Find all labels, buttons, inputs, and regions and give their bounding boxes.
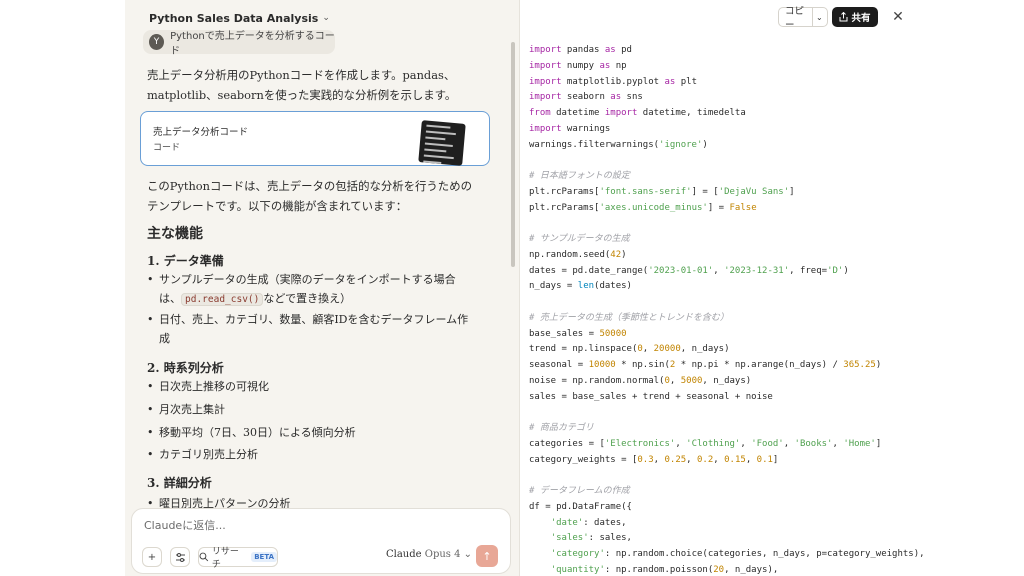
list-item: • カテゴリ別売上分析 (147, 448, 258, 461)
code-line: 'quantity': np.random.poisson(20, n_days… (550, 564, 779, 575)
user-message-text: Pythonで売上データを分析するコード (170, 31, 335, 57)
code-line: import matplotlib.pyplot as plt (529, 76, 697, 87)
share-icon (839, 12, 848, 22)
arrow-up-icon: ↑ (482, 549, 492, 563)
list-item: • 日次売上推移の可視化 (147, 380, 269, 393)
code-line: # データフレームの作成 (529, 486, 630, 496)
artifact-title: 売上データ分析コード (153, 127, 249, 138)
artifact-toolbar: コピー ⌄ 共有 ✕ (520, 0, 1024, 34)
main-features-heading: 主な機能 (147, 226, 203, 242)
list-item: • 移動平均（7日、30日）による傾向分析 (147, 426, 356, 439)
chat-title[interactable]: Python Sales Data Analysis (149, 12, 318, 25)
code-line: import seaborn as sns (529, 92, 643, 103)
code-line: import pandas as pd (529, 45, 632, 55)
share-button[interactable]: 共有 (832, 7, 878, 27)
user-avatar: Y (149, 34, 165, 50)
section-heading: 1. データ準備 (147, 254, 224, 268)
artifact-panel: コピー ⌄ 共有 ✕ import pandas as pd import num… (519, 0, 1024, 576)
code-line: dates = pd.date_range('2023-01-01', '202… (529, 265, 849, 276)
send-button[interactable]: ↑ (476, 545, 498, 567)
list-item: • 日付、売上、カテゴリ、数量、顧客IDを含むデータフレーム作成 (147, 313, 469, 345)
code-line: sales = base_sales + trend + seasonal + … (529, 391, 773, 402)
plus-icon: + (147, 551, 157, 563)
chevron-down-icon[interactable]: ⌄ (322, 13, 330, 23)
code-line: category_weights = [0.3, 0.25, 0.2, 0.15… (529, 454, 779, 465)
chevron-down-icon[interactable]: ⌄ (813, 13, 823, 22)
chat-scrollbar[interactable] (511, 42, 515, 504)
research-label: リサーチ (211, 547, 239, 570)
code-line: plt.rcParams['axes.unicode_minus'] = Fal… (529, 202, 757, 213)
code-line: # サンプルデータの生成 (529, 234, 630, 244)
model-selector[interactable]: Claude Opus 4 ⌄ (386, 549, 472, 560)
code-line: noise = np.random.normal(0, 5000, n_days… (529, 375, 752, 386)
chat-scrollbar-thumb[interactable] (511, 42, 515, 267)
tools-button[interactable] (170, 547, 190, 567)
code-line: categories = ['Electronics', 'Clothing',… (529, 438, 882, 449)
close-icon: ✕ (892, 9, 904, 25)
sliders-icon (175, 552, 185, 562)
inline-code: pd.read_csv() (181, 293, 264, 306)
code-line: 'sales': sales, (550, 533, 632, 544)
code-line: import warnings (529, 123, 611, 134)
artifact-subtitle: コード (153, 143, 181, 153)
code-line: n_days = len(dates) (529, 281, 632, 292)
code-line: df = pd.DataFrame({ (529, 501, 632, 512)
model-version: Opus 4 (424, 549, 461, 560)
list-item: • サンプルデータの生成（実際のデータをインポートする場合は、 pd.read_c… (147, 273, 456, 306)
share-label: 共有 (851, 13, 871, 24)
composer: + リサーチ BETA Claude Opus 4 ⌄ ↑ (131, 508, 511, 574)
code-line: # 日本語フォントの設定 (529, 171, 630, 181)
code-line: 'category': np.random.choice(categories,… (550, 549, 925, 559)
code-line: plt.rcParams['font.sans-serif'] = ['Deja… (529, 186, 795, 197)
search-icon (199, 552, 209, 562)
model-name: Claude (386, 549, 422, 560)
code-line: warnings.filterwarnings('ignore') (529, 139, 708, 150)
assistant-summary: このPythonコードは、売上データの包括的な分析を行うためのテンプレートです。… (147, 179, 472, 213)
chevron-down-icon: ⌄ (463, 549, 473, 560)
chat-pane: Python Sales Data Analysis ⌄ Y Pythonで売上… (125, 0, 519, 576)
assistant-intro: 売上データ分析用のPythonコードを作成します。pandas、matplotl… (147, 68, 457, 102)
code-line: np.random.seed(42) (529, 249, 627, 260)
copy-button[interactable]: コピー ⌄ (778, 6, 828, 31)
code-line: base_sales = 50000 (529, 328, 627, 339)
artifact-card[interactable]: 売上データ分析コード コード (140, 111, 490, 166)
section-heading: 2. 時系列分析 (147, 361, 224, 375)
research-button[interactable]: リサーチ BETA (198, 547, 278, 570)
copy-label: コピー (785, 6, 805, 31)
code-line: # 商品カテゴリ (529, 423, 594, 433)
reply-input[interactable] (144, 519, 484, 532)
code-line: # 売上データの生成（季節性とトレンドを含む） (529, 312, 729, 323)
section-heading: 3. 詳細分析 (147, 476, 212, 490)
code-line: from datetime import datetime, timedelta (529, 108, 746, 118)
beta-badge: BETA (251, 552, 277, 562)
artifact-thumbnail (418, 120, 466, 166)
code-line: 'date': dates, (550, 517, 627, 528)
code-block[interactable]: import pandas as pd import numpy as np imp… (529, 43, 925, 576)
code-line: seasonal = 10000 * np.sin(2 * np.pi * np… (529, 360, 882, 370)
list-item: • 月次売上集計 (147, 403, 225, 416)
code-line: trend = np.linspace(0, 20000, n_days) (529, 344, 730, 355)
code-line: import numpy as np (529, 60, 627, 71)
user-message: Y Pythonで売上データを分析するコード (143, 30, 335, 57)
add-button[interactable]: + (142, 547, 162, 567)
close-button[interactable]: ✕ (888, 7, 908, 27)
